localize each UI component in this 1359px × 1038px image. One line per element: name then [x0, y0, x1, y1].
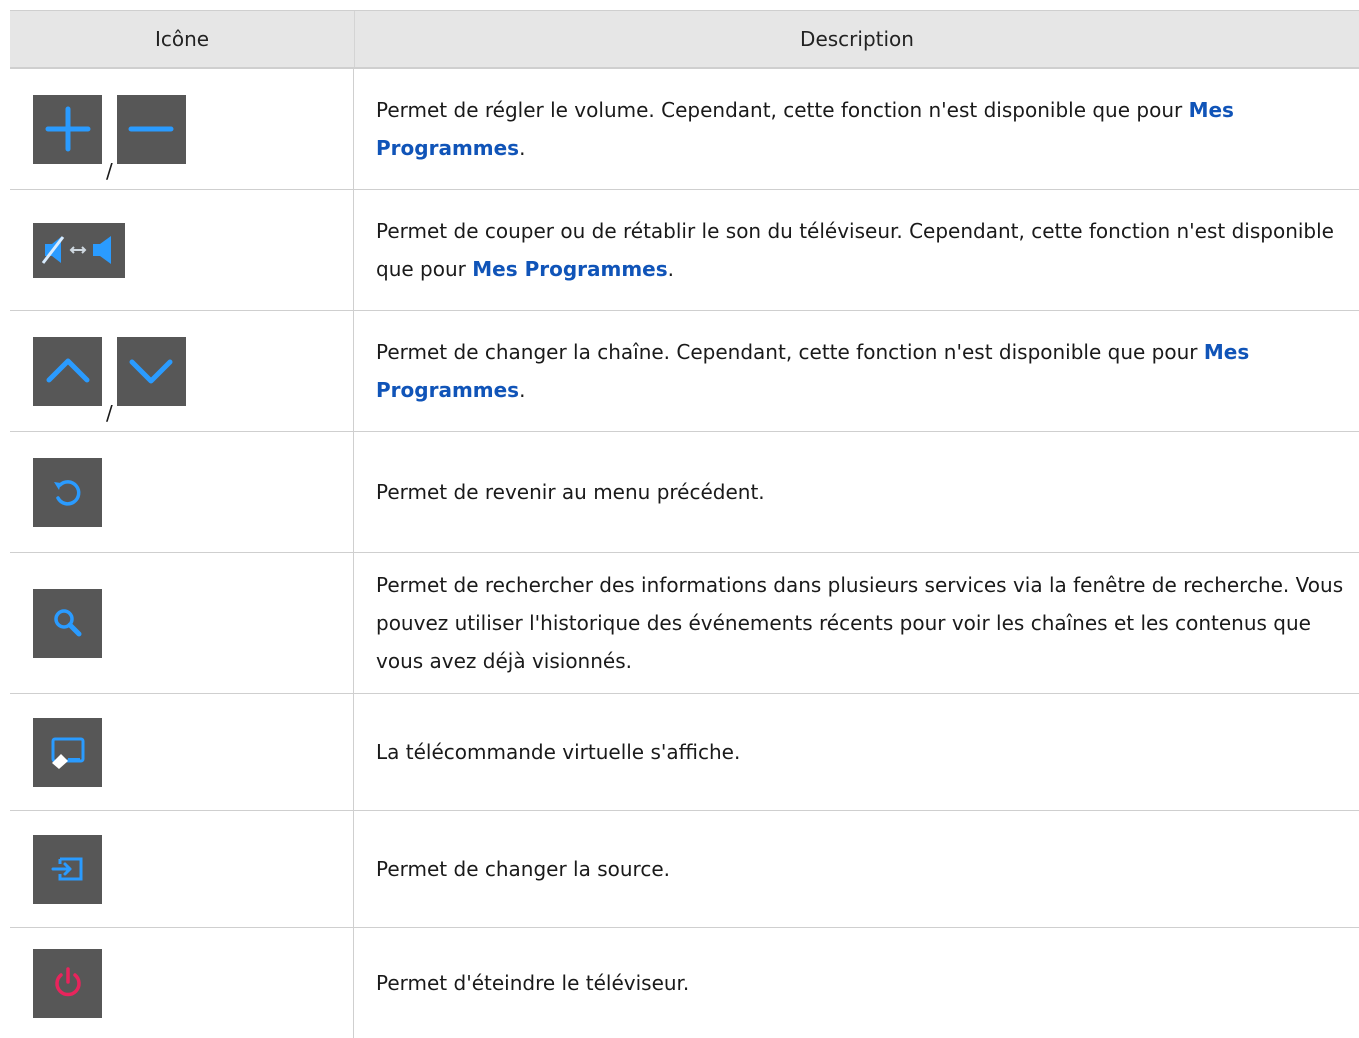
icon-cell: / — [10, 311, 354, 431]
table-row: La télécommande virtuelle s'affiche. — [10, 694, 1359, 811]
source-button[interactable] — [33, 834, 102, 904]
description-text: Permet de régler le volume. Cependant, c… — [376, 98, 1234, 160]
return-button[interactable] — [33, 457, 102, 527]
icon-cell — [10, 553, 354, 693]
mute-button[interactable] — [33, 222, 125, 278]
description-cell: La télécommande virtuelle s'affiche. — [354, 694, 1359, 810]
description-cell: Permet de changer la chaîne. Cependant, … — [354, 311, 1359, 431]
description-cell: Permet de changer la source. — [354, 811, 1359, 927]
description-cell: Permet de revenir au menu précédent. — [354, 432, 1359, 552]
table-row: Permet de changer la source. — [10, 811, 1359, 928]
channel-up-button[interactable] — [33, 336, 102, 406]
description-text: Permet de rechercher des informations da… — [376, 573, 1344, 673]
table-header: Icône Description — [10, 10, 1359, 69]
volume-down-button[interactable] — [116, 94, 186, 164]
icon-separator: / — [106, 401, 113, 425]
table-row: Permet de couper ou de rétablir le son d… — [10, 190, 1359, 311]
search-button[interactable] — [33, 588, 102, 658]
table-row: Permet de revenir au menu précédent. — [10, 432, 1359, 553]
description-cell: Permet de rechercher des informations da… — [354, 553, 1359, 693]
table-row: Permet d'éteindre le téléviseur. — [10, 928, 1359, 1038]
chevron-up-icon — [46, 358, 89, 383]
minus-icon — [128, 126, 174, 132]
header-description-column: Description — [800, 27, 914, 51]
virtual-remote-icon — [51, 737, 84, 769]
plus-icon — [45, 106, 90, 152]
table-row: Permet de rechercher des informations da… — [10, 553, 1359, 694]
mute-toggle-icon — [41, 236, 111, 264]
description-text: La télécommande virtuelle s'affiche. — [376, 740, 741, 764]
mes-programmes-link[interactable]: Mes Programmes — [472, 257, 667, 281]
power-button[interactable] — [33, 948, 102, 1018]
description-cell: Permet d'éteindre le téléviseur. — [354, 928, 1359, 1038]
power-icon — [54, 967, 81, 997]
icon-description-table: Icône Description / Permet de régler le … — [10, 10, 1359, 1038]
description-text: Permet de changer la source. — [376, 857, 670, 881]
icon-cell: / — [10, 69, 354, 189]
return-icon — [53, 480, 80, 506]
icon-cell — [10, 190, 354, 310]
table-row: / Permet de changer la chaîne. Cependant… — [10, 311, 1359, 432]
icon-cell — [10, 432, 354, 552]
description-text: Permet de couper ou de rétablir le son d… — [376, 219, 1334, 281]
description-text: Permet de changer la chaîne. Cependant, … — [376, 340, 1250, 402]
volume-up-button[interactable] — [33, 94, 102, 164]
channel-down-button[interactable] — [116, 336, 186, 406]
description-text: Permet d'éteindre le téléviseur. — [376, 971, 690, 995]
source-icon — [51, 857, 82, 881]
description-cell: Permet de couper ou de rétablir le son d… — [354, 190, 1359, 310]
header-icon-column: Icône — [10, 11, 355, 67]
search-icon — [53, 609, 81, 637]
icon-separator: / — [106, 159, 113, 183]
virtual-remote-button[interactable] — [33, 717, 102, 787]
icon-cell — [10, 928, 354, 1038]
table-row: / Permet de régler le volume. Cependant,… — [10, 69, 1359, 190]
chevron-down-icon — [129, 359, 173, 384]
icon-cell — [10, 811, 354, 927]
icon-cell — [10, 694, 354, 810]
description-cell: Permet de régler le volume. Cependant, c… — [354, 69, 1359, 189]
description-text: Permet de revenir au menu précédent. — [376, 480, 765, 504]
